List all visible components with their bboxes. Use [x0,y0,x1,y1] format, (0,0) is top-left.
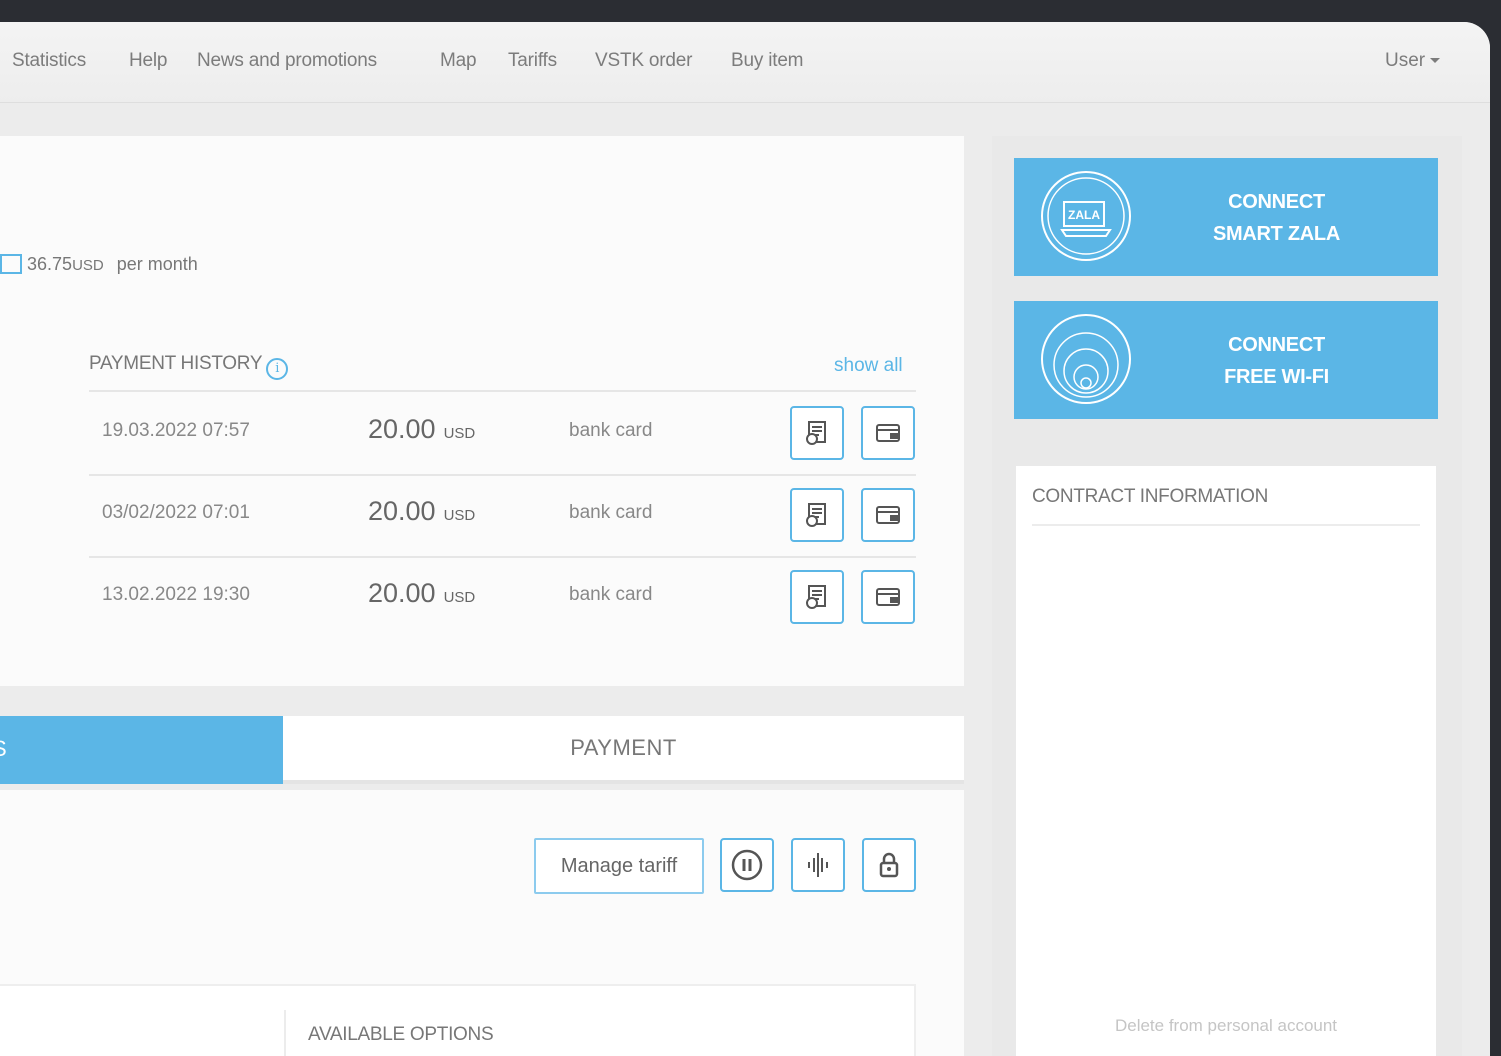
calendar-icon [0,254,22,274]
promo-line2: SMART ZALA [1213,223,1340,245]
connect-free-wifi-banner[interactable]: CONNECT FREE WI-FI [1014,301,1438,419]
tariff-period: per month [116,254,198,274]
receipt-button[interactable] [790,570,844,624]
payment-row: 13.02.2022 19:30 20.00 USD bank card [89,556,916,638]
payment-history-title-text: PAYMENT HISTORY [89,353,263,374]
payment-amount-value: 20.00 [368,578,436,608]
top-nav: Statistics Help News and promotions Map … [0,22,1490,103]
nav-statistics[interactable]: Statistics [12,50,86,72]
payment-currency: USD [443,507,476,524]
user-menu[interactable]: User [1385,50,1441,72]
payment-currency: USD [443,425,476,442]
nav-help[interactable]: Help [129,50,167,72]
available-options-title: AVAILABLE OPTIONS [308,1024,494,1045]
card-icon [876,506,900,524]
tab-payment[interactable]: PAYMENT [283,716,964,784]
payment-row: 03/02/2022 07:01 20.00 USD bank card [89,474,916,556]
zala-tv-icon: ZALA [1041,171,1131,261]
payment-amount-value: 20.00 [368,496,436,526]
wifi-rings-icon [1041,314,1131,404]
nav-tariffs[interactable]: Tariffs [508,50,557,72]
nav-news-and-promotions[interactable]: News and promotions [197,50,377,72]
pause-icon [731,849,763,881]
receipt-icon [806,421,826,445]
caret-down-icon [1430,58,1441,64]
app-screen: Statistics Help News and promotions Map … [0,22,1490,1056]
card-details-button[interactable] [861,406,915,460]
promo-text: CONNECT FREE WI-FI [1174,329,1379,393]
receipt-button[interactable] [790,406,844,460]
payment-method: bank card [569,420,653,441]
card-details-button[interactable] [861,488,915,542]
tariff-price: 36.75USD per month [0,254,198,275]
payment-date: 19.03.2022 07:57 [102,420,250,441]
receipt-icon [806,503,826,527]
tab-services[interactable]: S [0,716,283,784]
voice-button[interactable] [791,838,845,892]
divider [1032,524,1420,526]
payment-date: 13.02.2022 19:30 [102,584,250,605]
payment-amount: 20.00 USD [368,496,475,527]
payment-row: 19.03.2022 07:57 20.00 USD bank card [89,392,916,474]
payment-method: bank card [569,502,653,523]
lock-button[interactable] [862,838,916,892]
zala-logo-text: ZALA [1068,208,1100,222]
promo-text: CONNECT SMART ZALA [1174,186,1379,250]
payment-method: bank card [569,584,653,605]
promo-line1: CONNECT [1228,191,1325,213]
contract-info-card: CONTRACT INFORMATION Delete from persona… [1016,466,1436,1056]
pause-button[interactable] [720,838,774,892]
connect-smart-zala-banner[interactable]: ZALA CONNECT SMART ZALA [1014,158,1438,276]
payment-history-title: PAYMENT HISTORY i [89,353,289,380]
payment-date: 03/02/2022 07:01 [102,502,250,523]
user-label: User [1385,50,1426,71]
nav-buy-item[interactable]: Buy item [731,50,804,72]
device-bezel [1490,30,1501,1056]
promo-line1: CONNECT [1228,334,1325,356]
receipt-button[interactable] [790,488,844,542]
lock-icon [879,852,899,878]
show-all-link[interactable]: show all [834,355,903,377]
promo-line2: FREE WI-FI [1224,366,1329,388]
nav-vstk-order[interactable]: VSTK order [595,50,692,72]
tariff-currency: USD [72,257,104,274]
contract-info-title: CONTRACT INFORMATION [1032,486,1269,507]
payment-amount: 20.00 USD [368,414,475,445]
info-icon[interactable]: i [266,358,289,380]
payment-amount: 20.00 USD [368,578,475,609]
tab-services-label: S [0,736,7,762]
card-icon [876,588,900,606]
nav-map[interactable]: Map [440,50,477,72]
manage-tariff-button[interactable]: Manage tariff [534,838,704,894]
receipt-icon [806,585,826,609]
tariff-price-value: 36.75 [27,254,73,274]
payment-amount-value: 20.00 [368,414,436,444]
delete-account-link[interactable]: Delete from personal account [1016,1016,1436,1036]
payment-currency: USD [443,589,476,606]
sound-wave-icon [808,853,828,877]
card-icon [876,424,900,442]
divider [284,1010,286,1056]
card-details-button[interactable] [861,570,915,624]
